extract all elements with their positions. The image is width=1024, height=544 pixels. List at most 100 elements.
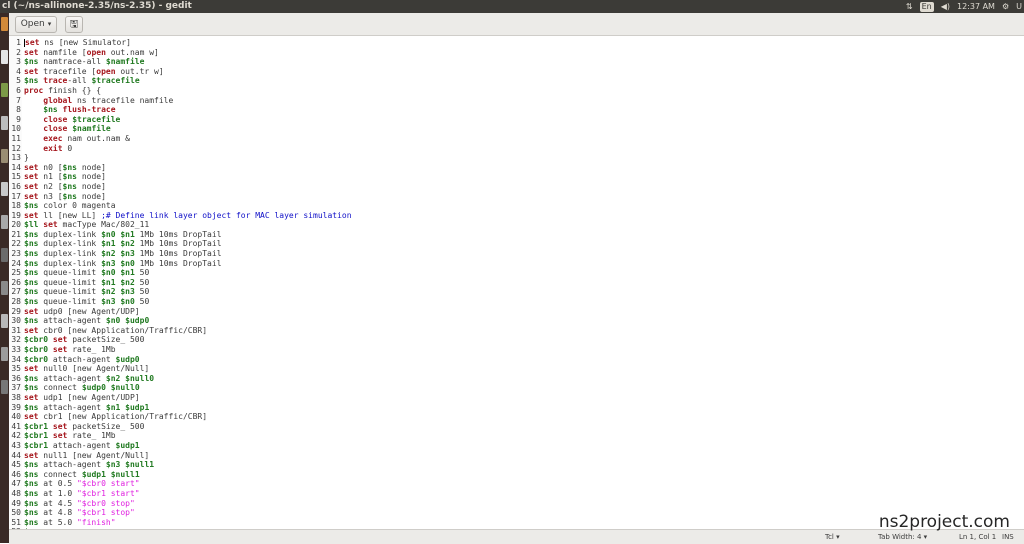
code-line: 34 $cbr0 attach-agent $udp0: [9, 355, 352, 365]
code-line: 24 $ns duplex-link $n3 $n0 1Mb 10ms DropT…: [9, 259, 352, 269]
code-line: 25 $ns queue-limit $n0 $n1 50: [9, 268, 352, 278]
gedit-toolbar: Open ▾ 🖫: [9, 13, 1024, 36]
code-line: 9 close $tracefile: [9, 115, 352, 125]
code-line: 45 $ns attach-agent $n3 $null1: [9, 460, 352, 470]
keyboard-language-indicator[interactable]: En: [919, 1, 934, 12]
line-text: $ns namtrace-all $namfile: [24, 57, 145, 67]
code-line: 51 $ns at 5.0 "finish": [9, 518, 352, 528]
code-line: 41 $cbr1 set packetSize_ 500: [9, 422, 352, 432]
line-number: 7: [16, 95, 21, 105]
line-number: 37: [11, 383, 21, 393]
line-text: $ns queue-limit $n1 $n2 50: [24, 277, 150, 287]
unity-launcher: [0, 13, 9, 543]
code-line: 15 set n1 [$ns node]: [9, 172, 352, 182]
code-line: 16 set n2 [$ns node]: [9, 182, 352, 192]
code-line: 47 $ns at 0.5 "$cbr0 start": [9, 479, 352, 489]
line-text: $ns attach-agent $n2 $null0: [24, 373, 155, 383]
line-text: $ns at 0.5 "$cbr0 start": [24, 479, 140, 489]
line-number: 48: [11, 488, 21, 498]
launcher-app-icon[interactable]: [1, 347, 8, 361]
line-text: set n3 [$ns node]: [24, 191, 106, 201]
launcher-app-icon[interactable]: [1, 116, 8, 130]
line-text: close $tracefile: [43, 114, 121, 124]
code-line: 20 $ll set macType Mac/802_11: [9, 220, 352, 230]
line-text: $ns duplex-link $n3 $n0 1Mb 10ms DropTai…: [24, 258, 222, 268]
code-line: 14 set n0 [$ns node]: [9, 163, 352, 173]
code-line: 49 $ns at 4.5 "$cbr0 stop": [9, 499, 352, 509]
code-line: 44 set null1 [new Agent/Null]: [9, 451, 352, 461]
launcher-app-icon[interactable]: [1, 380, 8, 394]
line-text: $ns attach-agent $n3 $null1: [24, 460, 155, 470]
code-line: 5 $ns trace-all $tracefile: [9, 76, 352, 86]
line-text: $ns attach-agent $n1 $udp1: [24, 402, 150, 412]
line-number: 13: [11, 153, 21, 163]
code-line: 19 set ll [new LL] ;# Define link layer o…: [9, 210, 351, 221]
user-indicator[interactable]: U: [1016, 0, 1022, 13]
settings-gear-icon[interactable]: ⚙: [1002, 0, 1009, 13]
launcher-app-icon[interactable]: [1, 83, 8, 97]
line-number: 9: [16, 114, 21, 124]
line-number: 25: [11, 268, 21, 278]
line-text: $ns duplex-link $n0 $n1 1Mb 10ms DropTai…: [24, 229, 222, 239]
code-line: 6 proc finish {} {: [9, 86, 352, 96]
watermark: ns2project.com: [878, 512, 1010, 532]
launcher-app-icon[interactable]: [1, 215, 8, 229]
line-text: $ns duplex-link $n2 $n3 1Mb 10ms DropTai…: [24, 249, 222, 259]
tab-width-label: Tab Width: 4: [878, 533, 922, 541]
line-text: set namfile [open out.nam w]: [24, 47, 159, 57]
code-line: 1 set ns [new Simulator]: [9, 38, 352, 48]
line-text: $ns at 1.0 "$cbr1 start": [24, 488, 140, 498]
line-text: set cbr0 [new Application/Traffic/CBR]: [24, 325, 208, 335]
launcher-app-icon[interactable]: [1, 149, 8, 163]
line-text: set cbr1 [new Application/Traffic/CBR]: [24, 412, 208, 422]
code-line: 8 $ns flush-trace: [9, 105, 352, 115]
line-number: 3: [16, 57, 21, 67]
launcher-app-icon[interactable]: [1, 281, 8, 295]
code-line: 48 $ns at 1.0 "$cbr1 start": [9, 489, 352, 499]
code-line: 13}: [9, 153, 352, 163]
code-line: 35 set null0 [new Agent/Null]: [9, 364, 352, 374]
code-line: 4 set tracefile [open out.tr w]: [9, 67, 352, 77]
line-number: 1: [16, 38, 21, 47]
line-number: 14: [11, 162, 21, 172]
clock[interactable]: 12:37 AM: [957, 0, 995, 13]
line-number: 12: [11, 143, 21, 153]
line-number: 19: [11, 210, 21, 220]
line-number: 34: [11, 354, 21, 364]
top-panel: cl (~/ns-allinone-2.35/ns-2.35) - gedit …: [0, 0, 1024, 13]
launcher-app-icon[interactable]: [1, 182, 8, 196]
line-text: set udp1 [new Agent/UDP]: [24, 392, 140, 402]
code-line: 50 $ns at 4.8 "$cbr1 stop": [9, 508, 352, 518]
line-number: 5: [16, 76, 21, 86]
volume-icon[interactable]: ◀): [941, 0, 950, 13]
launcher-app-icon[interactable]: [1, 248, 8, 262]
language-selector[interactable]: Tcl ▾: [825, 530, 840, 544]
code-line: 23 $ns duplex-link $n2 $n3 1Mb 10ms DropT…: [9, 249, 352, 259]
code-line: 29 set udp0 [new Agent/UDP]: [9, 307, 352, 317]
code-line: 43 $cbr1 attach-agent $udp1: [9, 441, 352, 451]
line-text: $ns attach-agent $n0 $udp0: [24, 316, 150, 326]
line-text: proc finish {} {: [24, 85, 102, 95]
network-icon[interactable]: ⇅: [906, 0, 913, 13]
code-line: 37 $ns connect $udp0 $null0: [9, 383, 352, 393]
line-number: 51: [11, 517, 21, 527]
launcher-app-icon[interactable]: [1, 17, 8, 31]
line-number: 15: [11, 172, 21, 182]
tab-width-selector[interactable]: Tab Width: 4 ▾: [878, 530, 927, 544]
save-icon[interactable]: 🖫: [65, 16, 83, 33]
open-button[interactable]: Open ▾: [15, 16, 57, 33]
code-line: 12 exit 0: [9, 144, 352, 154]
code-lines: 1 set ns [new Simulator] 2 set namfile [ope…: [9, 38, 352, 529]
line-text: set ns [new Simulator]: [24, 38, 131, 47]
line-number: 18: [11, 201, 21, 211]
line-number: 49: [11, 498, 21, 508]
line-number: 36: [11, 373, 21, 383]
launcher-app-icon[interactable]: [1, 314, 8, 328]
line-number: 30: [11, 316, 21, 326]
code-editor[interactable]: 1 set ns [new Simulator] 2 set namfile [ope…: [9, 36, 1024, 529]
line-text: set n0 [$ns node]: [24, 162, 106, 172]
code-line: 17 set n3 [$ns node]: [9, 192, 352, 202]
code-line: 28 $ns queue-limit $n3 $n0 50: [9, 297, 352, 307]
launcher-app-icon[interactable]: [1, 50, 8, 64]
code-line: 30 $ns attach-agent $n0 $udp0: [9, 316, 352, 326]
